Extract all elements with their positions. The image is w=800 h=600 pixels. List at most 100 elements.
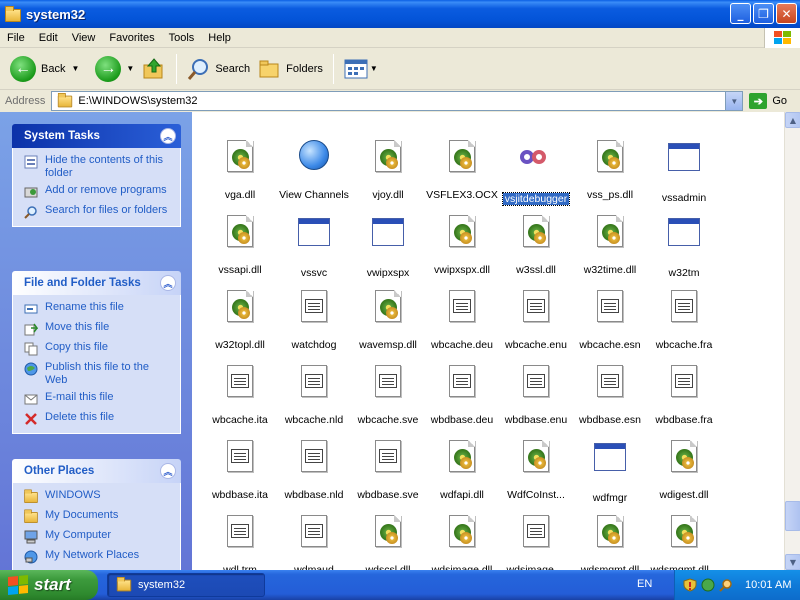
file-item[interactable]: wbdbase.enu [496, 365, 576, 426]
file-item[interactable]: vjoy.dll [348, 140, 428, 201]
language-indicator[interactable]: EN [637, 578, 652, 590]
collapse-chevron-icon[interactable]: ︽ [160, 128, 176, 144]
task-email[interactable]: E-mail this file [23, 391, 174, 407]
task-rename[interactable]: Rename this file [23, 301, 174, 317]
file-list-view[interactable]: vga.dll View Channels vjoy.dll VSFLEX3.OCX v… [192, 112, 784, 570]
task-label: Rename this file [45, 301, 124, 313]
back-button[interactable]: ← Back ▼ [6, 51, 83, 87]
file-item[interactable]: vssvc [274, 215, 354, 279]
back-dropdown-icon[interactable]: ▼ [71, 64, 79, 73]
minimize-button[interactable]: _ [730, 3, 751, 24]
dll-file-icon [372, 140, 404, 174]
place-my-computer[interactable]: My Computer [23, 529, 174, 545]
views-button[interactable]: ▼ [340, 51, 382, 87]
address-input[interactable]: E:\WINDOWS\system32 ▼ [51, 91, 744, 111]
file-item[interactable]: w32topl.dll [200, 290, 280, 351]
task-search-files[interactable]: Search for files or folders [23, 204, 174, 220]
file-item[interactable]: wbdbase.ita [200, 440, 280, 501]
menu-view[interactable]: View [65, 32, 103, 44]
menu-tools[interactable]: Tools [162, 32, 202, 44]
system-tasks-header[interactable]: System Tasks ︽ [12, 124, 181, 148]
task-add-remove-programs[interactable]: Add or remove programs [23, 184, 174, 200]
file-item[interactable]: wbdbase.esn [570, 365, 650, 426]
other-places-header[interactable]: Other Places ︽ [12, 459, 181, 483]
file-item[interactable]: wdfapi.dll [422, 440, 502, 501]
place-my-network-places[interactable]: My Network Places [23, 549, 174, 565]
menu-favorites[interactable]: Favorites [102, 32, 161, 44]
scroll-up-button[interactable]: ▲ [785, 112, 800, 128]
file-item[interactable]: wdsmgmt.dll... [644, 515, 724, 570]
file-name: w32topl.dll [215, 339, 265, 351]
address-dropdown-icon[interactable]: ▼ [725, 92, 743, 110]
task-delete[interactable]: Delete this file [23, 411, 174, 427]
file-item[interactable]: vwipxspx.dll [422, 215, 502, 276]
file-item[interactable]: wbcache.deu [422, 290, 502, 351]
file-item[interactable]: w32tm [644, 215, 724, 279]
place-my-documents[interactable]: My Documents [23, 508, 174, 525]
file-item[interactable]: wdfmgr [570, 440, 650, 504]
task-hide-contents[interactable]: Hide the contents of this folder [23, 154, 174, 180]
menu-help[interactable]: Help [201, 32, 238, 44]
file-item[interactable]: wbdbase.nld [274, 440, 354, 501]
file-item[interactable]: vssadmin [644, 140, 724, 204]
start-button[interactable]: start [0, 570, 98, 600]
go-button[interactable]: ➔ Go [749, 93, 787, 109]
file-item[interactable]: wdscsl.dll [348, 515, 428, 570]
file-item[interactable]: wbcache.esn [570, 290, 650, 351]
forward-dropdown-icon[interactable]: ▼ [126, 64, 134, 73]
forward-button[interactable]: → ▼ [91, 51, 138, 87]
file-item[interactable]: wbcache.nld [274, 365, 354, 426]
file-item[interactable]: wbdbase.sve [348, 440, 428, 501]
collapse-chevron-icon[interactable]: ︽ [160, 463, 176, 479]
views-dropdown-icon[interactable]: ▼ [370, 64, 378, 73]
task-copy[interactable]: Copy this file [23, 341, 174, 357]
file-item[interactable]: wdmaud [274, 515, 354, 570]
file-tasks-header[interactable]: File and Folder Tasks ︽ [12, 271, 181, 295]
file-item[interactable]: vssapi.dll [200, 215, 280, 276]
place-windows[interactable]: WINDOWS [23, 488, 174, 505]
task-publish-web[interactable]: Publish this file to the Web [23, 361, 174, 387]
title-bar[interactable]: system32 _ ❐ ✕ [0, 0, 800, 28]
collapse-chevron-icon[interactable]: ︽ [160, 275, 176, 291]
file-item[interactable]: wbdbase.fra [644, 365, 724, 426]
file-item[interactable]: wbcache.sve [348, 365, 428, 426]
file-item[interactable]: vwipxspx [348, 215, 428, 279]
file-item[interactable]: WdfCoInst... [496, 440, 576, 501]
network-icon[interactable] [701, 578, 715, 592]
place-label: My Network Places [45, 549, 140, 561]
security-shield-icon[interactable] [683, 578, 697, 592]
system-file-icon [372, 365, 404, 399]
taskbar-window-button[interactable]: system32 [107, 573, 265, 597]
file-item[interactable]: w3ssl.dll [496, 215, 576, 276]
vertical-scrollbar[interactable]: ▲ ▼ [784, 112, 800, 570]
file-item[interactable]: wbdbase.deu [422, 365, 502, 426]
file-item[interactable]: vsjitdebugger [496, 140, 576, 206]
file-item[interactable]: wbcache.ita [200, 365, 280, 426]
file-item[interactable]: View Channels [274, 140, 354, 201]
search-button[interactable]: Search [183, 51, 254, 87]
scroll-down-button[interactable]: ▼ [785, 554, 800, 570]
file-item[interactable]: wdsimage.... [496, 515, 576, 570]
file-item[interactable]: wdsimage.dll [422, 515, 502, 570]
file-item[interactable]: w32time.dll [570, 215, 650, 276]
scroll-thumb[interactable] [785, 501, 800, 531]
file-item[interactable]: vga.dll [200, 140, 280, 201]
menu-file[interactable]: File [0, 32, 32, 44]
file-item[interactable]: wdl.trm [200, 515, 280, 570]
folders-button[interactable]: Folders [254, 51, 327, 87]
maximize-button[interactable]: ❐ [753, 3, 774, 24]
menu-edit[interactable]: Edit [32, 32, 65, 44]
file-item[interactable]: wbcache.fra [644, 290, 724, 351]
file-item[interactable]: VSFLEX3.OCX [422, 140, 502, 201]
file-item[interactable]: watchdog [274, 290, 354, 351]
close-button[interactable]: ✕ [776, 3, 797, 24]
file-item[interactable]: vss_ps.dll [570, 140, 650, 201]
file-item[interactable]: wbcache.enu [496, 290, 576, 351]
up-button[interactable] [138, 51, 170, 87]
task-move[interactable]: Move this file [23, 321, 174, 337]
file-item[interactable]: wavemsp.dll [348, 290, 428, 351]
file-item[interactable]: wdigest.dll [644, 440, 724, 501]
dll-file-icon [372, 515, 404, 549]
search-icon[interactable] [719, 578, 733, 592]
file-item[interactable]: wdsmgmt.dll [570, 515, 650, 570]
